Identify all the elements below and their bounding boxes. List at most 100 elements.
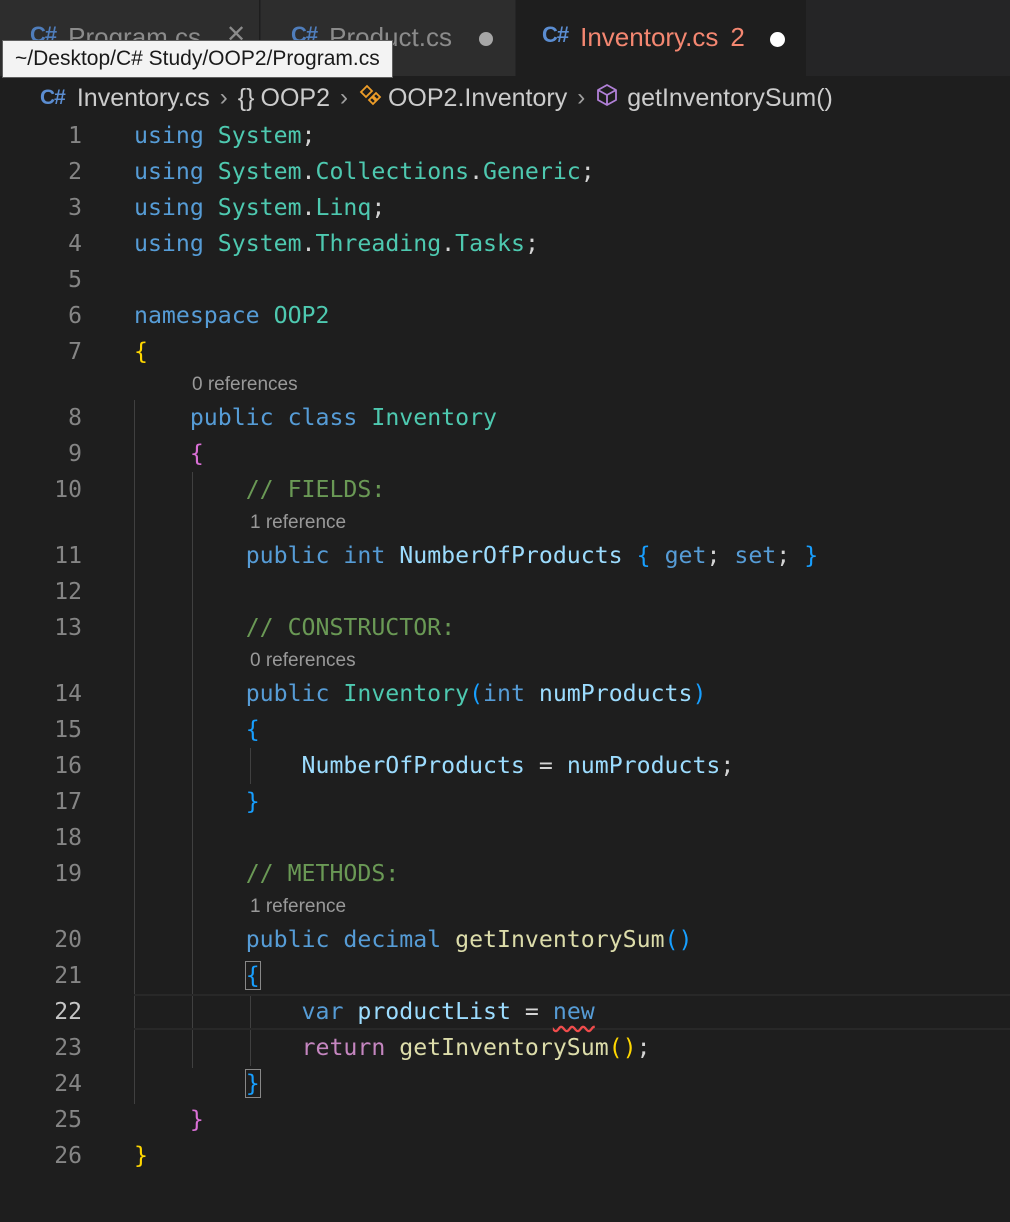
code-text: using System.Linq; [134, 194, 386, 221]
breadcrumb-class[interactable]: OOP2.Inventory [388, 84, 567, 113]
csharp-file-icon: C# [542, 22, 569, 47]
chevron-right-icon: › [339, 84, 348, 111]
code-text: // METHODS: [245, 860, 400, 887]
error-squiggle[interactable]: new [553, 998, 595, 1025]
code-line[interactable]: 15 { [0, 712, 1010, 748]
line-number: 4 [68, 231, 82, 257]
matching-bracket: } [244, 1069, 261, 1098]
tab-path-tooltip: ~/Desktop/C# Study/OOP2/Program.cs [2, 40, 393, 78]
code-text: var productList = new [301, 998, 595, 1025]
breadcrumb-file[interactable]: Inventory.cs [77, 84, 210, 113]
code-editor[interactable]: 1 using System; 2 using System.Collectio… [0, 118, 1010, 1174]
chevron-right-icon: › [219, 84, 228, 111]
line-number: 17 [54, 789, 82, 815]
method-cube-icon [595, 83, 619, 114]
code-text: public class Inventory [189, 404, 497, 431]
line-number: 2 [68, 159, 82, 185]
code-lens: 1 reference [0, 892, 1010, 922]
breadcrumb: C# Inventory.cs › {} OOP2 › OOP2.Invento… [40, 80, 833, 116]
line-number: 21 [54, 963, 82, 989]
line-number: 13 [54, 615, 82, 641]
unsaved-dot-icon[interactable] [479, 32, 493, 46]
code-line[interactable]: 13 // CONSTRUCTOR: [0, 610, 1010, 646]
line-number: 18 [54, 825, 82, 851]
code-text: using System.Threading.Tasks; [134, 230, 539, 257]
line-number: 3 [68, 195, 82, 221]
code-text: NumberOfProducts = numProducts; [301, 752, 735, 779]
tab-label: Inventory.cs [580, 22, 719, 52]
code-line[interactable]: 19 // METHODS: [0, 856, 1010, 892]
line-number: 9 [68, 441, 82, 467]
line-number: 6 [68, 303, 82, 329]
unsaved-dot-icon[interactable] [770, 32, 785, 47]
references-lens[interactable]: 1 reference [250, 508, 346, 538]
code-text: namespace OOP2 [134, 302, 330, 329]
code-line[interactable]: 2 using System.Collections.Generic; [0, 154, 1010, 190]
line-number: 11 [54, 543, 82, 569]
code-lens: 0 references [0, 370, 1010, 400]
line-number: 14 [54, 681, 82, 707]
code-text: return getInventorySum(); [301, 1034, 651, 1061]
code-line[interactable]: 8 public class Inventory [0, 400, 1010, 436]
references-lens[interactable]: 1 reference [250, 892, 346, 922]
code-line[interactable]: 1 using System; [0, 118, 1010, 154]
breadcrumb-namespace[interactable]: OOP2 [261, 84, 330, 113]
code-text: } [189, 1106, 204, 1133]
code-line[interactable]: 7 { [0, 334, 1010, 370]
code-line[interactable]: 26 } [0, 1138, 1010, 1174]
references-lens[interactable]: 0 references [250, 646, 356, 676]
code-line[interactable]: 6 namespace OOP2 [0, 298, 1010, 334]
code-line[interactable]: 24 } [0, 1066, 1010, 1102]
code-line[interactable]: 23 return getInventorySum(); [0, 1030, 1010, 1066]
code-line-current[interactable]: 22 var productList = new [0, 994, 1010, 1030]
code-line[interactable]: 5 [0, 262, 1010, 298]
code-text: } [245, 788, 260, 815]
code-text: } [134, 1066, 261, 1102]
chevron-right-icon: › [577, 84, 586, 111]
code-line[interactable]: 3 using System.Linq; [0, 190, 1010, 226]
line-number: 12 [54, 579, 82, 605]
code-line[interactable]: 16 NumberOfProducts = numProducts; [0, 748, 1010, 784]
code-text: } [134, 1142, 148, 1169]
namespace-braces-icon: {} [237, 83, 255, 112]
csharp-file-icon: C# [40, 86, 66, 109]
code-line[interactable]: 25 } [0, 1102, 1010, 1138]
code-line[interactable]: 10 // FIELDS: [0, 472, 1010, 508]
line-number: 24 [54, 1071, 82, 1097]
code-text: { [134, 958, 261, 994]
breadcrumb-method[interactable]: getInventorySum() [627, 84, 833, 113]
line-number: 25 [54, 1107, 82, 1133]
code-text: using System; [134, 122, 316, 149]
line-number: 26 [54, 1143, 82, 1169]
code-line[interactable]: 18 [0, 820, 1010, 856]
code-text: { [134, 338, 148, 365]
line-number: 10 [54, 477, 82, 503]
code-text: public int NumberOfProducts { get; set; … [245, 542, 819, 569]
code-line[interactable]: 4 using System.Threading.Tasks; [0, 226, 1010, 262]
code-text: // CONSTRUCTOR: [245, 614, 456, 641]
class-icon [358, 83, 384, 114]
code-line[interactable]: 21 { [0, 958, 1010, 994]
code-line[interactable]: 11 public int NumberOfProducts { get; se… [0, 538, 1010, 574]
line-number: 22 [54, 999, 82, 1025]
line-number: 23 [54, 1035, 82, 1061]
tab-inventory-cs[interactable]: C# Inventory.cs 2 [516, 0, 806, 76]
code-line[interactable]: 14 public Inventory(int numProducts) [0, 676, 1010, 712]
code-line[interactable]: 9 { [0, 436, 1010, 472]
matching-bracket: { [244, 961, 261, 990]
code-line[interactable]: 12 [0, 574, 1010, 610]
line-number: 20 [54, 927, 82, 953]
line-number: 15 [54, 717, 82, 743]
code-text: { [189, 440, 204, 467]
problems-count-badge: 2 [730, 22, 745, 52]
line-number: 19 [54, 861, 82, 887]
code-line[interactable]: 17 } [0, 784, 1010, 820]
line-number: 1 [68, 123, 82, 149]
line-number: 8 [68, 405, 82, 431]
code-lens: 1 reference [0, 508, 1010, 538]
line-number: 16 [54, 753, 82, 779]
references-lens[interactable]: 0 references [192, 370, 298, 400]
code-text: { [245, 716, 260, 743]
code-line[interactable]: 20 public decimal getInventorySum() [0, 922, 1010, 958]
code-text: public Inventory(int numProducts) [245, 680, 707, 707]
